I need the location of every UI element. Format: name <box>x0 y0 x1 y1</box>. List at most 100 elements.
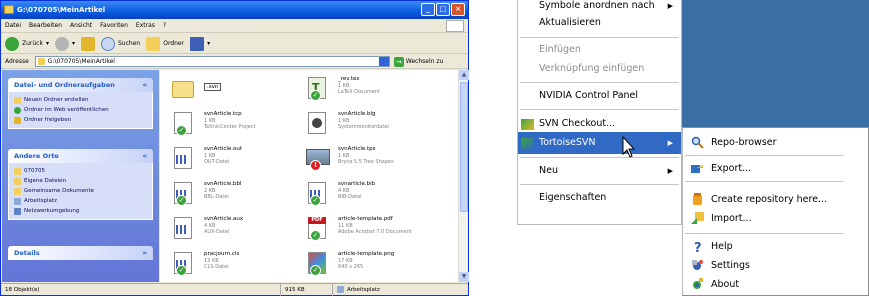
tasks-panel-header[interactable]: Datei- und Ordneraufgaben « <box>8 78 153 92</box>
place-shared-documents[interactable]: Gemeinsame Dokumente <box>14 186 147 196</box>
file-name: article-template.png <box>338 251 395 257</box>
file-item[interactable]: ✓ svnArticle.tcp 1 KB TeXnicCenter Proje… <box>166 110 306 140</box>
svn-ok-icon: ✓ <box>176 265 187 276</box>
task-new-folder[interactable]: Neuen Ordner erstellen <box>14 95 147 105</box>
tortoisesvn-submenu: Repo-browser Export... Create repository… <box>682 127 869 296</box>
file-item[interactable]: T ✓ _rev.tex 1 KB LaTeX Document <box>300 75 440 105</box>
menu-help[interactable]: ? <box>163 19 166 32</box>
details-panel-header[interactable]: Details » <box>8 246 153 260</box>
folder-icon <box>37 58 45 65</box>
tasks-panel-title: Datei- und Ordneraufgaben <box>14 81 115 89</box>
computer-icon <box>337 286 344 293</box>
place-my-documents[interactable]: Eigene Dateien <box>14 176 147 186</box>
collapse-icon[interactable]: « <box>142 78 147 92</box>
menu-item-paste-shortcut[interactable]: Verknüpfung einfügen <box>518 58 681 80</box>
details-panel-title: Details <box>14 249 40 257</box>
menu-separator <box>520 109 679 110</box>
file-item[interactable]: ✓ pracjourn.cls 13 KB CLS-Datei <box>166 250 306 280</box>
magnifier-icon <box>691 136 704 149</box>
scroll-up-icon[interactable]: ▲ <box>459 70 469 80</box>
file-item[interactable]: ✓ svnArticle.bbl 2 KB BBL-Datei <box>166 180 306 210</box>
submenu-item-settings[interactable]: Settings <box>683 255 868 276</box>
submenu-item-about[interactable]: About <box>683 274 868 295</box>
places-panel-title: Andere Orte <box>14 152 59 160</box>
search-button[interactable]: Suchen <box>101 36 140 51</box>
tortoisesvn-icon <box>521 138 534 149</box>
address-value: G:\070705\MeinArtikel <box>47 58 115 65</box>
file-item[interactable]: svnArticle.blg 1 KB Systemmonitordatei <box>300 110 440 140</box>
menu-item-tortoisesvn[interactable]: TortoiseSVN ▶ <box>518 132 681 154</box>
submenu-item-create-repo[interactable]: Create repository here... <box>683 189 868 210</box>
forward-button[interactable]: ▾ <box>54 36 75 51</box>
place-label: Netzwerkumgebung <box>24 208 80 214</box>
place-my-computer[interactable]: Arbeitsplatz <box>14 196 147 206</box>
submenu-item-export[interactable]: Export... <box>683 158 868 179</box>
svn-ok-icon: ✓ <box>310 90 321 101</box>
window-title: G:\070705\MeinArtikel <box>17 6 106 14</box>
file-item[interactable]: PDF ✓ article-template.pdf 11 KB Adobe Ac… <box>300 215 440 245</box>
folder-icon <box>14 167 21 175</box>
go-button[interactable]: → Wechseln zu <box>393 56 443 67</box>
explorer-window: G:\070705\MeinArtikel _ □ × Datei Bearbe… <box>0 0 469 296</box>
repository-icon <box>693 193 702 205</box>
menu-item-properties[interactable]: Eigenschaften <box>518 187 681 209</box>
menu-item-new[interactable]: Neu ▶ <box>518 160 681 182</box>
place-network[interactable]: Netzwerkumgebung <box>14 206 147 216</box>
file-item[interactable]: svnArticle.out 1 KB OUT-Datei <box>166 145 306 175</box>
address-input[interactable]: G:\070705\MeinArtikel <box>34 56 390 67</box>
submenu-item-help[interactable]: ? Help <box>683 236 868 257</box>
back-button[interactable]: Zurück ▾ <box>5 36 49 51</box>
shared-folder-icon <box>14 187 21 195</box>
generic-file-icon <box>172 217 196 241</box>
views-icon <box>190 36 205 51</box>
menu-item-label: NVIDIA Control Panel <box>539 90 639 101</box>
file-name: svnArticle.bbl <box>204 181 242 187</box>
desktop-context-menu: Symbole anordnen nach ▶ Aktualisieren Ei… <box>517 0 682 225</box>
menu-separator <box>685 155 844 156</box>
file-type: CLS-Datei <box>204 264 229 270</box>
menu-datei[interactable]: Datei <box>5 19 21 32</box>
folders-button[interactable]: Ordner <box>146 36 184 51</box>
up-button[interactable] <box>81 36 95 51</box>
expand-icon[interactable]: » <box>142 246 147 260</box>
menu-favoriten[interactable]: Favoriten <box>100 19 128 32</box>
menu-bearbeiten[interactable]: Bearbeiten <box>29 19 62 32</box>
file-item[interactable]: ! svnArticle.tps 1 KB Bryce 5.5 Tree Sha… <box>300 145 440 175</box>
places-panel-header[interactable]: Andere Orte « <box>8 149 153 163</box>
task-publish-web[interactable]: Ordner im Web veröffentlichen <box>14 105 147 115</box>
place-070705[interactable]: 070705 <box>14 166 147 176</box>
file-type: OUT-Datei <box>204 159 230 165</box>
task-share-folder[interactable]: Ordner freigeben <box>14 115 147 125</box>
scroll-down-icon[interactable]: ▼ <box>459 272 469 282</box>
menu-separator <box>520 157 679 158</box>
title-bar[interactable]: G:\070705\MeinArtikel _ □ × <box>1 1 468 19</box>
file-name: svnArticle.aux <box>204 216 244 222</box>
place-label: Eigene Dateien <box>24 178 67 184</box>
file-item[interactable]: ✓ svnarticle.bib 4 KB BIB-Datei <box>300 180 440 210</box>
svn-checkout-icon <box>521 119 534 130</box>
vertical-scrollbar[interactable]: ▲ ▼ <box>458 70 469 282</box>
dropdown-arrow-icon[interactable] <box>378 57 389 66</box>
submenu-item-label: Create repository here... <box>711 194 828 205</box>
menu-extras[interactable]: Extras <box>136 19 155 32</box>
menu-item-label: Aktualisieren <box>539 17 601 28</box>
file-name: article-template.pdf <box>338 216 393 222</box>
maximize-button[interactable]: □ <box>436 3 450 16</box>
mouse-cursor-icon <box>622 136 636 158</box>
share-folder-icon <box>14 116 21 124</box>
scroll-thumb[interactable] <box>460 82 468 212</box>
close-button[interactable]: × <box>451 3 465 16</box>
menu-item-refresh[interactable]: Aktualisieren <box>518 12 681 34</box>
views-button[interactable]: ▾ <box>190 36 210 51</box>
minimize-button[interactable]: _ <box>421 3 435 16</box>
menu-ansicht[interactable]: Ansicht <box>70 19 92 32</box>
file-name: svnArticle.out <box>204 146 243 152</box>
file-item[interactable]: .svn <box>166 75 306 105</box>
menu-separator <box>520 184 679 185</box>
file-item[interactable]: svnArticle.aux 4 KB AUX-Datei <box>166 215 306 245</box>
submenu-item-import[interactable]: Import... <box>683 208 868 229</box>
file-item[interactable]: ✓ article-template.png 17 KB 640 x 265 <box>300 250 440 280</box>
menu-item-nvidia[interactable]: NVIDIA Control Panel <box>518 85 681 107</box>
collapse-icon[interactable]: « <box>142 149 147 163</box>
submenu-item-repo-browser[interactable]: Repo-browser <box>683 132 868 153</box>
